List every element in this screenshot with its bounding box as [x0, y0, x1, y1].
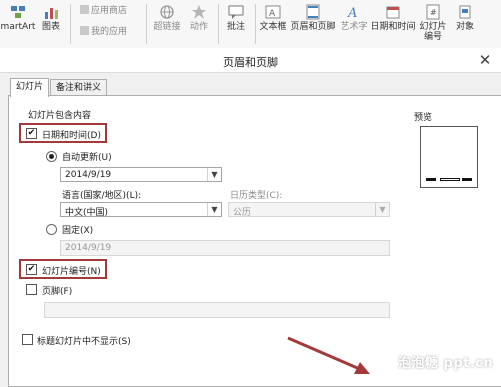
chart-button[interactable]: 图表	[38, 0, 64, 48]
slide-number-label: 幻灯片 编号	[419, 22, 447, 42]
fixed-date-field[interactable]: 2014/9/19	[60, 240, 390, 256]
ribbon-toolbar: martArt 图表 应用商店 我的应用 超链接 动作 批注 A 文本框 页眉和…	[0, 0, 501, 49]
app-store-label: 应用商店	[91, 6, 128, 16]
ribbon-separator	[146, 4, 147, 44]
comment-button[interactable]: 批注	[222, 0, 250, 48]
auto-update-label: 自动更新(U)	[62, 153, 112, 163]
store-icon	[80, 5, 89, 14]
textbox-label: 文本框	[259, 22, 287, 32]
datetime-label: 日期和时间(D)	[42, 131, 101, 141]
wordart-icon: A	[347, 6, 357, 20]
datetime-checkbox[interactable]: ✔	[26, 128, 37, 139]
auto-update-date-select[interactable]: 2014/9/19 ▼	[60, 167, 222, 182]
group-label: 幻灯片包含内容	[28, 111, 92, 121]
my-apps-label: 我的应用	[91, 27, 128, 37]
slide-number-checkbox[interactable]: ✔	[26, 264, 37, 275]
hyperlink-button[interactable]: 超链接	[150, 0, 184, 48]
action-label: 动作	[189, 22, 208, 32]
preview-datetime-placeholder	[426, 178, 436, 181]
comment-label: 批注	[226, 22, 245, 32]
action-button[interactable]: 动作	[186, 0, 212, 48]
object-button[interactable]: 对象	[450, 0, 480, 48]
apps-icon	[80, 26, 89, 35]
preview-label: 预览	[414, 113, 433, 123]
hyperlink-label: 超链接	[153, 22, 181, 32]
checkmark-icon: ✔	[27, 128, 36, 138]
tab-notes-handouts[interactable]: 备注和讲义	[50, 79, 108, 96]
slide-number-button[interactable]: # 幻灯片 编号	[418, 0, 448, 48]
close-icon[interactable]: ✕	[476, 51, 494, 69]
hyperlink-icon	[160, 5, 174, 19]
ribbon-separator	[218, 4, 219, 44]
chart-icon	[45, 8, 58, 19]
dropdown-arrow-icon: ▼	[207, 203, 221, 216]
dropdown-arrow-icon: ▼	[207, 168, 221, 181]
hide-on-title-label: 标题幻灯片中不显示(S)	[37, 337, 131, 347]
dialog-title: 页眉和页脚	[223, 56, 278, 69]
header-footer-label: 页眉和页脚	[290, 22, 336, 32]
textbox-button[interactable]: A 文本框	[258, 0, 288, 48]
hide-on-title-checkbox[interactable]	[22, 334, 33, 345]
slide-number-icon: #	[426, 4, 440, 20]
checkmark-icon: ✔	[27, 264, 36, 274]
svg-text:A: A	[347, 6, 357, 20]
arrow-annotation	[287, 336, 370, 374]
language-label: 语言(国家/地区)(L):	[62, 191, 142, 201]
auto-update-radio[interactable]	[46, 151, 57, 162]
tab-slide[interactable]: 幻灯片	[10, 78, 50, 97]
dialog-titlebar: 页眉和页脚 ✕	[0, 48, 501, 73]
watermark-logo: 泡泡糖 ppt.cn	[398, 356, 494, 371]
object-icon	[459, 5, 471, 19]
header-footer-dialog: 页眉和页脚 ✕ 幻灯片 备注和讲义 幻灯片包含内容 ✔ 日期和时间(D) 自动更…	[0, 48, 501, 387]
fixed-radio[interactable]	[46, 224, 57, 235]
slide-number-label: 幻灯片编号(N)	[42, 267, 101, 277]
textbox-icon: A	[265, 5, 281, 19]
ribbon-separator	[70, 4, 71, 44]
smartart-label: martArt	[0, 22, 36, 32]
fixed-label: 固定(X)	[62, 226, 94, 236]
dropdown-arrow-icon: ▼	[375, 203, 389, 216]
object-label: 对象	[455, 22, 474, 32]
wordart-button[interactable]: A 艺术字	[338, 0, 370, 48]
preview-thumbnail	[420, 126, 478, 188]
svg-text:#: #	[430, 8, 437, 17]
calendar-value: 公历	[233, 208, 252, 218]
datetime-label: 日期和时间	[370, 22, 416, 32]
calendar-label: 日历类型(C):	[230, 191, 283, 201]
chart-label: 图表	[41, 22, 60, 32]
datetime-button[interactable]: 日期和时间	[370, 0, 416, 48]
ribbon-separator	[255, 4, 256, 44]
footer-text-field[interactable]	[44, 302, 390, 318]
svg-text:A: A	[269, 9, 276, 19]
app-store-button[interactable]: 应用商店	[80, 3, 127, 16]
language-value: 中文(中国)	[65, 208, 109, 218]
my-apps-button[interactable]: 我的应用	[80, 24, 127, 37]
wordart-label: 艺术字	[340, 22, 368, 32]
language-select[interactable]: 中文(中国) ▼	[60, 202, 222, 218]
fixed-date-value: 2014/9/19	[65, 243, 112, 253]
action-icon	[192, 5, 206, 19]
header-footer-icon	[306, 4, 320, 20]
smartart-button[interactable]: martArt	[0, 0, 36, 48]
calendar-select[interactable]: 公历 ▼	[228, 202, 390, 218]
footer-checkbox[interactable]	[26, 284, 37, 295]
footer-label: 页脚(F)	[42, 287, 73, 297]
preview-slide-number-placeholder	[462, 178, 472, 181]
comment-icon	[228, 5, 244, 19]
header-footer-button[interactable]: 页眉和页脚	[290, 0, 336, 48]
auto-update-date-value: 2014/9/19	[65, 170, 112, 180]
smartart-icon	[11, 6, 25, 18]
preview-footer-placeholder	[440, 178, 460, 181]
datetime-icon	[386, 6, 400, 19]
